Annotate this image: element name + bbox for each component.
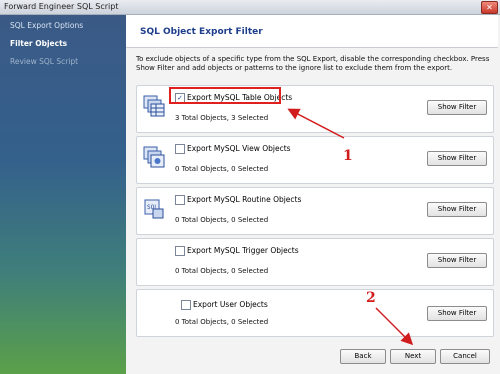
annotation-marker-2: 2 — [366, 290, 376, 306]
annotation-marker-1: 1 — [343, 148, 353, 164]
annotation-arrows — [287, 108, 414, 346]
